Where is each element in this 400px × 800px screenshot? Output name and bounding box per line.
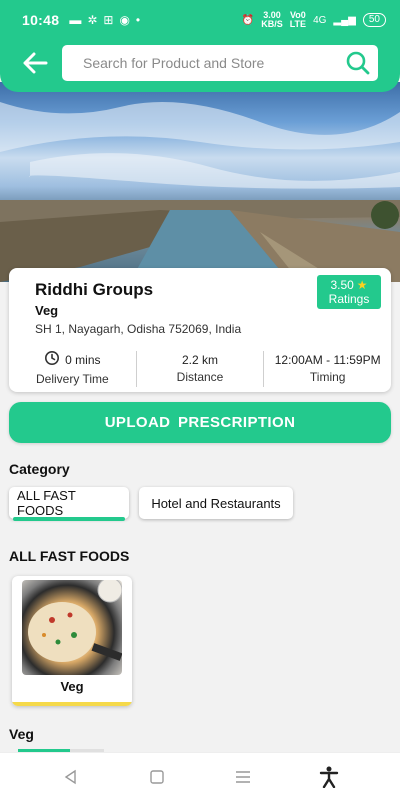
timing-label: Timing xyxy=(309,370,346,384)
store-type: Veg xyxy=(35,303,59,318)
alarm-icon: ⏰ xyxy=(241,14,255,26)
rating-value: 3.50 xyxy=(330,278,354,292)
nav-menu-icon[interactable] xyxy=(228,762,258,792)
store-address: SH 1, Nayagarh, Odisha 752069, India xyxy=(35,322,242,336)
distance-label: Distance xyxy=(176,370,224,384)
product-label: Veg xyxy=(60,679,84,694)
nav-home-icon[interactable] xyxy=(142,762,172,792)
app-header: 10:48 ▬ ✲ ⊞ ◉ • ⏰ 3.00 KB/S Vo0 LTE 4G ▂▄▆… xyxy=(0,0,400,92)
fan-icon: ✲ xyxy=(87,13,98,27)
status-bar: 10:48 ▬ ✲ ⊞ ◉ • ⏰ 3.00 KB/S Vo0 LTE 4G ▂▄▆… xyxy=(0,0,400,40)
browser-icon: ◉ xyxy=(119,13,130,27)
app-icon: ⊞ xyxy=(103,13,114,27)
timing-stat: 12:00AM - 11:59PM Timing xyxy=(263,351,391,387)
system-icons: ⏰ 3.00 KB/S Vo0 LTE 4G ▂▄▆ 50 xyxy=(242,11,386,29)
delivery-time-value: 0 mins xyxy=(65,353,101,367)
dot-icon: • xyxy=(135,13,141,27)
system-nav-bar xyxy=(0,752,400,800)
product-image xyxy=(22,580,122,675)
accessibility-icon[interactable] xyxy=(314,762,344,792)
store-name: Riddhi Groups xyxy=(35,280,154,299)
category-chip-all-fast-foods[interactable]: ALL FAST FOODS xyxy=(9,487,129,521)
veg-section-heading: Veg xyxy=(9,726,34,742)
battery-icon: 50 xyxy=(362,13,386,27)
timer-icon xyxy=(44,350,60,371)
timing-value: 12:00AM - 11:59PM xyxy=(274,353,381,367)
store-banner-image xyxy=(0,82,400,282)
store-info-card: Riddhi Groups Veg SH 1, Nayagarh, Odisha… xyxy=(9,268,391,392)
section-heading: ALL FAST FOODS xyxy=(9,548,130,564)
network-type: 4G xyxy=(313,14,327,26)
rating-label: Ratings xyxy=(328,292,370,306)
distance-stat: 2.2 km Distance xyxy=(135,351,264,387)
search-bar xyxy=(62,45,378,81)
search-input[interactable] xyxy=(62,45,338,81)
net-speed: 3.00 KB/S xyxy=(261,10,283,29)
message-icon: ▬ xyxy=(69,13,82,27)
category-heading: Category xyxy=(9,461,70,477)
delivery-time-label: Delivery Time xyxy=(35,372,109,386)
category-chip-hotel-and-restaurants[interactable]: Hotel and Restaurants xyxy=(139,487,293,519)
distance-value: 2.2 km xyxy=(182,353,219,367)
store-stats: 0 mins Delivery Time 2.2 km Distance 12:… xyxy=(9,351,391,387)
delivery-time-stat: 0 mins Delivery Time xyxy=(9,351,136,387)
back-arrow-icon[interactable] xyxy=(20,50,50,76)
product-card[interactable]: Veg xyxy=(12,576,132,706)
star-icon: ★ xyxy=(356,278,368,292)
nav-back-icon[interactable] xyxy=(56,762,86,792)
signal-icon: ▂▄▆ xyxy=(333,14,356,26)
notification-icons: ▬ ✲ ⊞ ◉ • xyxy=(69,13,140,27)
search-icon[interactable] xyxy=(338,45,378,81)
product-highlight-bar xyxy=(12,702,132,706)
volte-indicator: Vo0 LTE xyxy=(289,10,307,29)
rating-badge[interactable]: 3.50 ★ Ratings xyxy=(317,275,381,309)
upload-prescription-button[interactable]: UPLOAD PRESCRIPTION xyxy=(9,402,391,443)
clock: 10:48 xyxy=(22,12,60,28)
